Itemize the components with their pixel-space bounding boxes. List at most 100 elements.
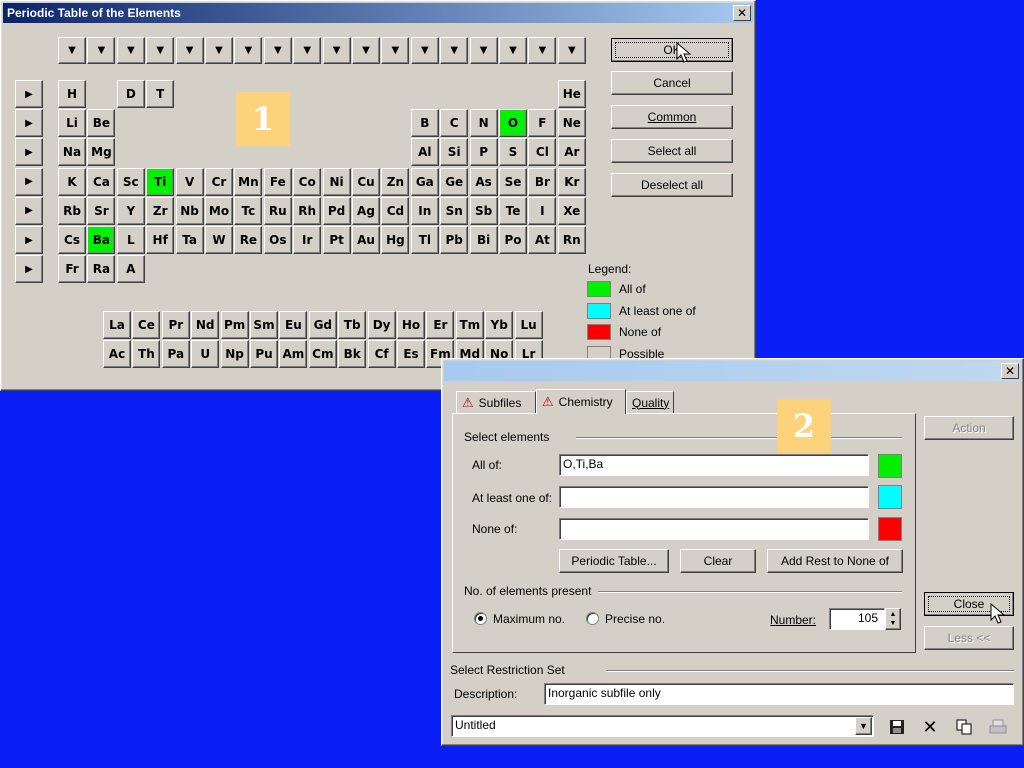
- element-y[interactable]: Y: [116, 196, 145, 225]
- copy-icon[interactable]: [953, 716, 975, 738]
- tab-chemistry[interactable]: ⚠ Chemistry: [536, 389, 626, 414]
- periodic-table-button[interactable]: Periodic Table...: [559, 549, 669, 573]
- element-c[interactable]: C: [440, 109, 469, 138]
- element-rb[interactable]: Rb: [58, 196, 86, 225]
- element-in[interactable]: In: [410, 196, 439, 225]
- element-sn[interactable]: Sn: [440, 196, 469, 225]
- element-pb[interactable]: Pb: [440, 226, 469, 254]
- add-rest-button[interactable]: Add Rest to None of: [767, 549, 903, 573]
- none-of-field[interactable]: [559, 518, 869, 540]
- element-cs[interactable]: Cs: [58, 226, 86, 254]
- element-si[interactable]: Si: [440, 138, 469, 167]
- element-pt[interactable]: Pt: [322, 226, 351, 254]
- column-select-button[interactable]: ▼: [293, 37, 322, 64]
- element-k[interactable]: K: [58, 167, 86, 196]
- column-select-button[interactable]: ▼: [322, 37, 351, 64]
- less-button[interactable]: Less <<: [924, 626, 1014, 650]
- element-bi[interactable]: Bi: [469, 226, 498, 254]
- element-zn[interactable]: Zn: [381, 167, 410, 196]
- element-h[interactable]: H: [58, 80, 86, 108]
- column-select-button[interactable]: ▼: [410, 37, 439, 64]
- element-ir[interactable]: Ir: [293, 226, 322, 254]
- element-er[interactable]: Er: [426, 311, 455, 339]
- clear-button[interactable]: Clear: [680, 549, 756, 573]
- column-select-button[interactable]: ▼: [499, 37, 527, 64]
- element-ba[interactable]: Ba: [87, 226, 116, 254]
- element-gd[interactable]: Gd: [308, 311, 337, 339]
- element-at[interactable]: At: [528, 226, 557, 254]
- element-co[interactable]: Co: [293, 167, 322, 196]
- element-p[interactable]: P: [469, 138, 498, 167]
- element-fe[interactable]: Fe: [263, 167, 292, 196]
- element-he[interactable]: He: [557, 80, 586, 108]
- deselect-all-button[interactable]: Deselect all: [611, 173, 733, 197]
- element-ce[interactable]: Ce: [132, 311, 161, 339]
- row-select-button[interactable]: ▶: [15, 196, 43, 225]
- number-field[interactable]: 105: [829, 608, 885, 630]
- column-select-button[interactable]: ▼: [234, 37, 263, 64]
- element-eu[interactable]: Eu: [279, 311, 308, 339]
- element-as[interactable]: As: [469, 167, 498, 196]
- element-pa[interactable]: Pa: [161, 340, 190, 368]
- element-cr[interactable]: Cr: [205, 167, 233, 196]
- at-least-one-field[interactable]: [559, 486, 869, 508]
- column-select-button[interactable]: ▼: [116, 37, 145, 64]
- element-v[interactable]: V: [175, 167, 204, 196]
- element-na[interactable]: Na: [58, 138, 86, 167]
- element-ru[interactable]: Ru: [263, 196, 292, 225]
- spin-down-icon[interactable]: ▼: [890, 619, 897, 628]
- element-al[interactable]: Al: [410, 138, 439, 167]
- element-ti[interactable]: Ti: [146, 167, 175, 196]
- element-cm[interactable]: Cm: [308, 340, 337, 368]
- element-cd[interactable]: Cd: [381, 196, 410, 225]
- element-lu[interactable]: Lu: [514, 311, 543, 339]
- element-ne[interactable]: Ne: [557, 109, 586, 138]
- element-tm[interactable]: Tm: [455, 311, 484, 339]
- element-pm[interactable]: Pm: [220, 311, 249, 339]
- common-button[interactable]: Common: [611, 105, 733, 129]
- element-nd[interactable]: Nd: [191, 311, 220, 339]
- element-tl[interactable]: Tl: [410, 226, 439, 254]
- element-ar[interactable]: Ar: [557, 138, 586, 167]
- tab-quality[interactable]: Quality: [626, 391, 674, 413]
- element-d[interactable]: D: [116, 80, 145, 108]
- ok-button[interactable]: OK: [611, 38, 733, 62]
- row-select-button[interactable]: ▶: [15, 255, 43, 284]
- element-pd[interactable]: Pd: [322, 196, 351, 225]
- element-l[interactable]: L: [116, 226, 145, 254]
- element-am[interactable]: Am: [279, 340, 308, 368]
- element-t[interactable]: T: [146, 80, 175, 108]
- row-select-button[interactable]: ▶: [15, 226, 43, 254]
- column-select-button[interactable]: ▼: [528, 37, 557, 64]
- restriction-titlebar[interactable]: ✕: [444, 361, 1021, 381]
- element-la[interactable]: La: [103, 311, 131, 339]
- column-select-button[interactable]: ▼: [146, 37, 175, 64]
- column-select-button[interactable]: ▼: [87, 37, 116, 64]
- row-select-button[interactable]: ▶: [15, 138, 43, 167]
- description-field[interactable]: Inorganic subfile only: [544, 683, 1014, 705]
- element-bk[interactable]: Bk: [338, 340, 367, 368]
- element-ta[interactable]: Ta: [175, 226, 204, 254]
- element-au[interactable]: Au: [352, 226, 380, 254]
- element-sc[interactable]: Sc: [116, 167, 145, 196]
- element-fr[interactable]: Fr: [58, 255, 86, 284]
- element-hf[interactable]: Hf: [146, 226, 175, 254]
- spin-up-icon[interactable]: ▲: [890, 610, 897, 619]
- element-te[interactable]: Te: [499, 196, 527, 225]
- row-select-button[interactable]: ▶: [15, 80, 43, 108]
- element-o[interactable]: O: [499, 109, 527, 138]
- delete-icon[interactable]: ✕: [919, 716, 941, 738]
- row-select-button[interactable]: ▶: [15, 109, 43, 138]
- element-s[interactable]: S: [499, 138, 527, 167]
- column-select-button[interactable]: ▼: [175, 37, 204, 64]
- restriction-set-select[interactable]: Untitled: [451, 715, 874, 737]
- maximum-no-radio[interactable]: [474, 612, 487, 625]
- action-button[interactable]: Action: [924, 416, 1014, 440]
- element-dy[interactable]: Dy: [367, 311, 396, 339]
- element-li[interactable]: Li: [58, 109, 86, 138]
- element-i[interactable]: I: [528, 196, 557, 225]
- element-sm[interactable]: Sm: [250, 311, 278, 339]
- column-select-button[interactable]: ▼: [557, 37, 586, 64]
- element-re[interactable]: Re: [234, 226, 263, 254]
- print-icon[interactable]: [987, 716, 1009, 738]
